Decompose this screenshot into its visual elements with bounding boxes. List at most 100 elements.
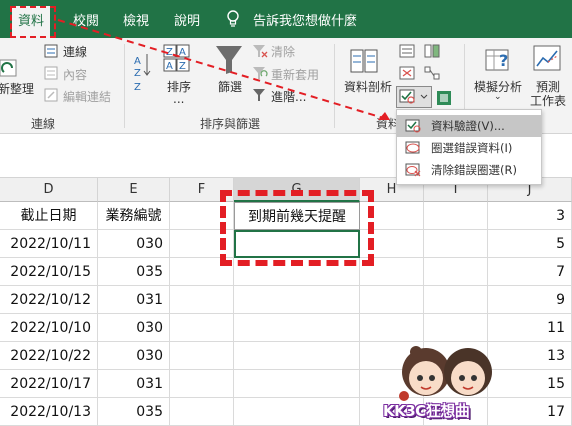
grid-cell[interactable] <box>234 342 360 370</box>
tell-me-search[interactable]: 告訴我您想做什麼 <box>253 10 357 29</box>
refresh-all-button[interactable]: 新整理 <box>0 80 34 97</box>
edit-links-button[interactable]: 編輯連結 <box>63 88 111 105</box>
cell-j[interactable]: 5 <box>488 230 572 258</box>
connections-group-label: 連線 <box>31 117 56 131</box>
cell-date[interactable]: 2022/10/10 <box>0 314 98 342</box>
svg-text:Z: Z <box>134 68 141 79</box>
data-validation-menu: 資料驗證(V)... 圈選錯誤資料(I) 清除錯誤圈選(R) <box>396 109 542 185</box>
sort-filter-group-label: 排序與篩選 <box>200 117 261 131</box>
forecast-sheet-icon <box>533 45 561 71</box>
menu-item-label: 清除錯誤圈選(R) <box>431 163 517 177</box>
grid-cell[interactable] <box>234 398 360 426</box>
advanced-button[interactable]: 進階... <box>271 88 306 105</box>
grid-cell[interactable] <box>234 314 360 342</box>
remove-duplicates-icon <box>399 66 415 80</box>
cell-j[interactable]: 9 <box>488 286 572 314</box>
ribbon-tab-bar: 資料 校閱 檢視 說明 告訴我您想做什麼 <box>0 0 572 38</box>
cell-date[interactable]: 2022/10/12 <box>0 286 98 314</box>
properties-icon <box>44 66 58 80</box>
data-validation-button[interactable] <box>396 86 432 108</box>
tab-view[interactable]: 檢視 <box>123 10 149 29</box>
lightbulb-icon <box>227 10 239 27</box>
circle-invalid-icon <box>405 141 420 154</box>
ribbon-separator <box>334 44 335 128</box>
menu-item-data-validation[interactable]: 資料驗證(V)... <box>397 115 541 137</box>
cell-bizno[interactable]: 035 <box>98 258 170 286</box>
clear-button[interactable]: 清除 <box>271 43 295 60</box>
cell-j[interactable]: 7 <box>488 258 572 286</box>
grid-cell[interactable] <box>170 398 234 426</box>
grid-cell[interactable] <box>424 258 488 286</box>
cell-date[interactable]: 2022/10/13 <box>0 398 98 426</box>
data-validation-icon <box>399 89 428 104</box>
text-to-columns-icon <box>350 49 378 73</box>
grid-cell[interactable] <box>170 370 234 398</box>
highlight-callout-box <box>220 190 374 266</box>
svg-text:A: A <box>179 47 186 58</box>
column-header-d[interactable]: D <box>0 178 98 202</box>
svg-text:A: A <box>166 61 173 72</box>
header-cell-bizno[interactable]: 業務編號 <box>98 202 170 230</box>
svg-text:?: ? <box>499 51 508 70</box>
connections-button[interactable]: 連線 <box>63 43 87 60</box>
cell-bizno[interactable]: 031 <box>98 370 170 398</box>
filter-button[interactable]: 篩選 <box>218 78 242 95</box>
sort-more: ... <box>173 92 185 106</box>
sort-icon: Z A A Z <box>163 44 190 72</box>
grid-cell[interactable] <box>360 286 424 314</box>
tab-help[interactable]: 說明 <box>174 10 200 29</box>
consolidate-icon <box>424 44 440 58</box>
relationships-icon <box>424 66 440 80</box>
grid-cell[interactable] <box>170 342 234 370</box>
cell-bizno[interactable]: 030 <box>98 342 170 370</box>
svg-text:Z: Z <box>166 47 173 58</box>
sort-az-icon: A Z Z <box>134 54 151 92</box>
cell-bizno[interactable]: 035 <box>98 398 170 426</box>
header-cell-deadline[interactable]: 截止日期 <box>0 202 98 230</box>
forecast-sheet-label2: 工作表 <box>530 94 567 108</box>
data-validation-icon <box>405 119 421 133</box>
svg-text:Z: Z <box>134 82 141 92</box>
clear-circles-icon <box>405 163 421 177</box>
menu-item-label: 資料驗證(V)... <box>431 119 505 133</box>
menu-item-circle-invalid[interactable]: 圈選錯誤資料(I) <box>397 137 541 159</box>
clear-filter-icon <box>253 45 268 58</box>
connections-icon <box>44 44 58 58</box>
cell-date[interactable]: 2022/10/17 <box>0 370 98 398</box>
grid-cell[interactable] <box>170 286 234 314</box>
reapply-icon <box>253 67 268 79</box>
cell-date[interactable]: 2022/10/22 <box>0 342 98 370</box>
grid-cell[interactable] <box>424 202 488 230</box>
cell-bizno[interactable]: 031 <box>98 286 170 314</box>
cell-bizno[interactable]: 030 <box>98 230 170 258</box>
cell-date[interactable]: 2022/10/15 <box>0 258 98 286</box>
manage-data-model-icon <box>437 91 451 105</box>
ribbon-separator <box>124 44 125 128</box>
cell-j[interactable]: 3 <box>488 202 572 230</box>
grid-cell[interactable] <box>234 286 360 314</box>
svg-text:A: A <box>134 56 141 67</box>
tab-highlight-box <box>10 6 56 38</box>
filter-funnel-icon <box>216 46 242 74</box>
tab-review[interactable]: 校閱 <box>73 10 99 29</box>
cell-date[interactable]: 2022/10/11 <box>0 230 98 258</box>
cell-bizno[interactable]: 030 <box>98 314 170 342</box>
watermark-text: KK3C狂想曲 <box>383 402 470 420</box>
grid-cell[interactable] <box>234 370 360 398</box>
text-to-columns-button[interactable]: 資料剖析 <box>344 78 392 95</box>
flash-fill-icon <box>399 44 415 58</box>
edit-links-icon <box>44 88 58 102</box>
menu-item-label: 圈選錯誤資料(I) <box>431 141 513 155</box>
grid-cell[interactable] <box>424 230 488 258</box>
what-if-caret[interactable]: ⌄ <box>494 92 502 102</box>
advanced-filter-icon <box>253 89 265 101</box>
grid-cell[interactable] <box>424 286 488 314</box>
menu-item-clear-circles[interactable]: 清除錯誤圈選(R) <box>397 159 541 181</box>
svg-text:Z: Z <box>179 61 186 72</box>
refresh-all-icon <box>0 59 17 77</box>
reapply-button[interactable]: 重新套用 <box>271 66 319 83</box>
what-if-analysis-icon: ? <box>485 49 509 71</box>
grid-cell[interactable] <box>170 314 234 342</box>
column-header-e[interactable]: E <box>98 178 170 202</box>
properties-button[interactable]: 內容 <box>63 66 87 83</box>
